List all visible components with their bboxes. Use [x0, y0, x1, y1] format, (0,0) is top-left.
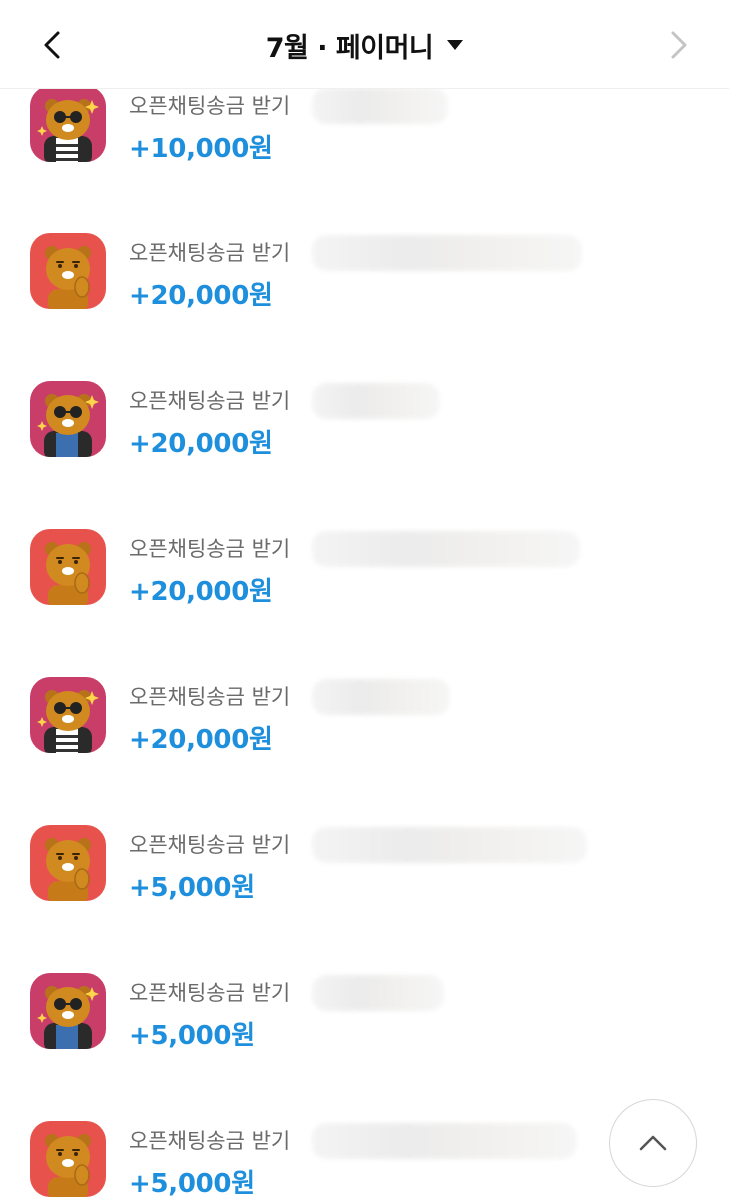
- list-item[interactable]: 오픈채팅송금 받기 +10,000원: [0, 86, 729, 186]
- scroll-to-top-button[interactable]: [609, 1099, 697, 1187]
- next-month-button[interactable]: [655, 22, 701, 68]
- transaction-amount: +5,000원: [129, 873, 255, 903]
- transaction-amount: +5,000원: [129, 1021, 255, 1051]
- ryan-icon: [30, 1121, 106, 1197]
- blurred-sender-name: [312, 383, 440, 419]
- ryan-icon: [30, 233, 106, 309]
- screen: 오픈채팅송금 받기 +10,000원 오픈채팅송금 받기 +20,000원 오픈…: [0, 0, 729, 1200]
- blurred-sender-name: [312, 679, 450, 715]
- transaction-amount: +20,000원: [129, 429, 273, 459]
- list-item[interactable]: 오픈채팅송금 받기 +20,000원: [0, 233, 729, 333]
- list-item[interactable]: 오픈채팅송금 받기 +20,000원: [0, 677, 729, 777]
- blurred-sender-name: [312, 531, 580, 567]
- blurred-sender-name: [312, 975, 444, 1011]
- blurred-sender-name: [312, 1123, 577, 1159]
- transaction-description: 오픈채팅송금 받기: [129, 241, 291, 265]
- transaction-description: 오픈채팅송금 받기: [129, 981, 291, 1005]
- ryan-glasses-icon: [30, 381, 106, 457]
- ryan-icon: [30, 825, 106, 901]
- list-item[interactable]: 오픈채팅송금 받기 +20,000원: [0, 381, 729, 481]
- transaction-amount: +10,000원: [129, 134, 273, 164]
- month-selector[interactable]: 7월 · 페이머니: [0, 22, 729, 68]
- list-item[interactable]: 오픈채팅송금 받기 +5,000원: [0, 825, 729, 925]
- page-title: 7월 · 페이머니: [265, 32, 434, 64]
- blurred-sender-name: [312, 827, 587, 863]
- ryan-glasses-icon: [30, 973, 106, 1049]
- transaction-amount: +5,000원: [129, 1169, 255, 1199]
- transaction-amount: +20,000원: [129, 577, 273, 607]
- blurred-sender-name: [312, 88, 448, 124]
- chevron-right-icon: [671, 31, 687, 59]
- list-item[interactable]: 오픈채팅송금 받기 +5,000원: [0, 973, 729, 1073]
- transaction-description: 오픈채팅송금 받기: [129, 537, 291, 561]
- caret-down-icon: [447, 40, 464, 50]
- blurred-sender-name: [312, 235, 582, 271]
- chevron-up-icon: [639, 1135, 667, 1151]
- transaction-description: 오픈채팅송금 받기: [129, 685, 291, 709]
- ryan-icon: [30, 529, 106, 605]
- transaction-amount: +20,000원: [129, 725, 273, 755]
- transaction-description: 오픈채팅송금 받기: [129, 389, 291, 413]
- top-app-bar: 7월 · 페이머니: [0, 0, 729, 89]
- ryan-glasses-icon: [30, 86, 106, 162]
- transaction-description: 오픈채팅송금 받기: [129, 1129, 291, 1153]
- list-item[interactable]: 오픈채팅송금 받기 +20,000원: [0, 529, 729, 629]
- transaction-description: 오픈채팅송금 받기: [129, 94, 291, 118]
- transaction-description: 오픈채팅송금 받기: [129, 833, 291, 857]
- transaction-amount: +20,000원: [129, 281, 273, 311]
- ryan-glasses-icon: [30, 677, 106, 753]
